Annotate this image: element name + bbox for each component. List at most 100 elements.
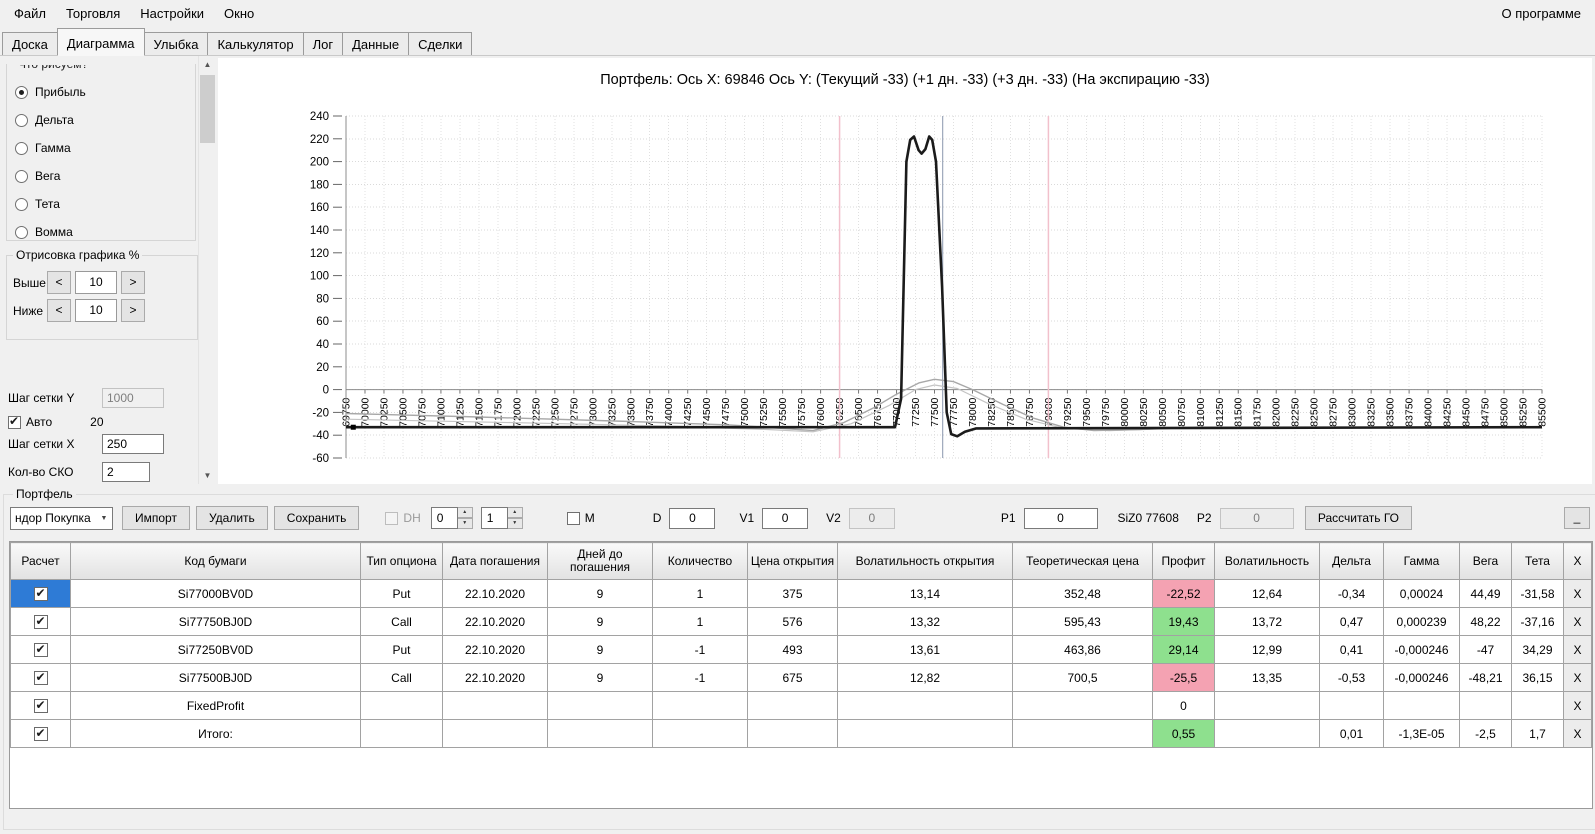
delete-row-button[interactable]: X <box>1563 719 1592 748</box>
above-value[interactable]: 10 <box>75 271 117 294</box>
cell-theta[interactable] <box>1511 691 1564 720</box>
delete-button[interactable]: Удалить <box>195 506 268 530</box>
cell-code[interactable]: Итого: <box>70 719 361 748</box>
cell-gamma[interactable]: 0,00024 <box>1383 579 1460 608</box>
row-checkbox[interactable] <box>33 642 48 657</box>
cell-days-to-expiry[interactable] <box>547 719 653 748</box>
cell-option-type[interactable] <box>360 719 443 748</box>
grid-step-x-input[interactable] <box>102 434 164 454</box>
cell-theoretical-price[interactable]: 352,48 <box>1012 579 1153 608</box>
column-header[interactable]: Профит <box>1152 542 1215 580</box>
below-decrease-button[interactable]: < <box>47 299 71 322</box>
calculate-go-button[interactable]: Рассчитать ГО <box>1304 506 1412 530</box>
cell-code[interactable]: Si77000BV0D <box>70 579 361 608</box>
column-header[interactable]: Волатильность открытия <box>837 542 1013 580</box>
column-header[interactable]: Тета <box>1511 542 1564 580</box>
cell-theoretical-price[interactable]: 700,5 <box>1012 663 1153 692</box>
spinner-up-icon[interactable]: ▲ <box>507 507 523 518</box>
column-header[interactable]: Дней до погашения <box>547 542 653 580</box>
scroll-up-icon[interactable]: ▲ <box>199 56 216 73</box>
cell-theoretical-price[interactable]: 595,43 <box>1012 607 1153 636</box>
cell-expiry-date[interactable]: 22.10.2020 <box>442 663 548 692</box>
row-checkbox[interactable] <box>33 586 48 601</box>
radio-Дельта[interactable]: Дельта <box>15 106 195 134</box>
cell-gamma[interactable]: -0,000246 <box>1383 635 1460 664</box>
above-decrease-button[interactable]: < <box>47 271 71 294</box>
radio-Вомма[interactable]: Вомма <box>15 218 195 246</box>
row-checkbox[interactable] <box>33 726 48 741</box>
calc-checkbox-cell[interactable] <box>10 607 71 636</box>
cell-quantity[interactable]: 1 <box>652 579 748 608</box>
cell-theta[interactable]: 36,15 <box>1511 663 1564 692</box>
auto-checkbox[interactable] <box>8 414 21 429</box>
column-header[interactable]: Теоретическая цена <box>1012 542 1153 580</box>
column-header[interactable]: Тип опциона <box>360 542 443 580</box>
cell-theta[interactable]: 1,7 <box>1511 719 1564 748</box>
tab-Диаграмма[interactable]: Диаграмма <box>56 28 145 56</box>
cell-profit[interactable]: -22,52 <box>1152 579 1215 608</box>
tab-Лог[interactable]: Лог <box>302 32 344 55</box>
cell-delta[interactable]: 0,47 <box>1319 607 1384 636</box>
cell-gamma[interactable]: -0,000246 <box>1383 663 1460 692</box>
dh-spinner-1[interactable]: 0 ▲ ▼ <box>430 507 473 529</box>
cell-option-type[interactable]: Put <box>360 579 443 608</box>
import-button[interactable]: Импорт <box>122 506 190 530</box>
column-header[interactable]: Цена открытия <box>747 542 838 580</box>
cell-open-price[interactable]: 675 <box>747 663 838 692</box>
cell-expiry-date[interactable]: 22.10.2020 <box>442 579 548 608</box>
cell-gamma[interactable] <box>1383 691 1460 720</box>
radio-Гамма[interactable]: Гамма <box>15 134 195 162</box>
cell-theta[interactable]: -31,58 <box>1511 579 1564 608</box>
calc-checkbox-cell[interactable] <box>10 635 71 664</box>
column-header[interactable]: Дата погашения <box>442 542 548 580</box>
cell-days-to-expiry[interactable]: 9 <box>547 579 653 608</box>
cell-option-type[interactable]: Call <box>360 663 443 692</box>
cell-vega[interactable]: -2,5 <box>1459 719 1512 748</box>
cell-option-type[interactable]: Put <box>360 635 443 664</box>
calc-checkbox-cell[interactable] <box>10 719 71 748</box>
cell-open-price[interactable]: 576 <box>747 607 838 636</box>
cell-quantity[interactable]: -1 <box>652 663 748 692</box>
above-increase-button[interactable]: > <box>121 271 145 294</box>
collapse-panel-button[interactable]: _ <box>1564 507 1590 529</box>
column-header[interactable]: Волатильность <box>1214 542 1320 580</box>
column-header[interactable]: Гамма <box>1383 542 1460 580</box>
d-input[interactable] <box>669 507 716 529</box>
cell-theoretical-price[interactable] <box>1012 691 1153 720</box>
cell-theta[interactable]: 34,29 <box>1511 635 1564 664</box>
cell-expiry-date[interactable]: 22.10.2020 <box>442 607 548 636</box>
tab-Калькулятор[interactable]: Калькулятор <box>207 32 304 55</box>
dh-spinner-2[interactable]: 1 ▲ ▼ <box>480 507 523 529</box>
cell-open-volatility[interactable]: 13,61 <box>837 635 1013 664</box>
chevron-down-icon[interactable]: ▼ <box>96 515 112 522</box>
cell-vega[interactable]: -48,21 <box>1459 663 1512 692</box>
cell-code[interactable]: Si77750BJ0D <box>70 607 361 636</box>
cell-quantity[interactable]: 1 <box>652 607 748 636</box>
cell-vega[interactable] <box>1459 691 1512 720</box>
cell-theoretical-price[interactable] <box>1012 719 1153 748</box>
profit-chart[interactable]: Портфель: Ось X: 69846 Ось Y: (Текущий -… <box>218 58 1592 482</box>
panel-scrollbar[interactable]: ▲ ▼ <box>198 56 216 484</box>
cell-open-volatility[interactable]: 13,32 <box>837 607 1013 636</box>
cell-option-type[interactable]: Call <box>360 607 443 636</box>
calc-checkbox-cell[interactable] <box>10 691 71 720</box>
cell-code[interactable]: Si77250BV0D <box>70 635 361 664</box>
cell-profit[interactable]: 19,43 <box>1152 607 1215 636</box>
tab-Сделки[interactable]: Сделки <box>408 32 473 55</box>
cell-quantity[interactable] <box>652 691 748 720</box>
cell-gamma[interactable]: 0,000239 <box>1383 607 1460 636</box>
menu-trading[interactable]: Торговля <box>56 2 130 25</box>
cell-volatility[interactable] <box>1214 691 1320 720</box>
cell-days-to-expiry[interactable]: 9 <box>547 607 653 636</box>
dh-spinner-1-value[interactable]: 0 <box>430 507 458 529</box>
m-checkbox[interactable] <box>566 511 580 525</box>
cell-quantity[interactable]: -1 <box>652 635 748 664</box>
row-checkbox[interactable] <box>33 670 48 685</box>
cell-theoretical-price[interactable]: 463,86 <box>1012 635 1153 664</box>
cell-expiry-date[interactable]: 22.10.2020 <box>442 635 548 664</box>
delete-row-button[interactable]: X <box>1563 607 1592 636</box>
tab-Доска[interactable]: Доска <box>2 32 58 55</box>
spinner-down-icon[interactable]: ▼ <box>507 518 523 529</box>
cell-vega[interactable]: 44,49 <box>1459 579 1512 608</box>
cell-days-to-expiry[interactable]: 9 <box>547 635 653 664</box>
